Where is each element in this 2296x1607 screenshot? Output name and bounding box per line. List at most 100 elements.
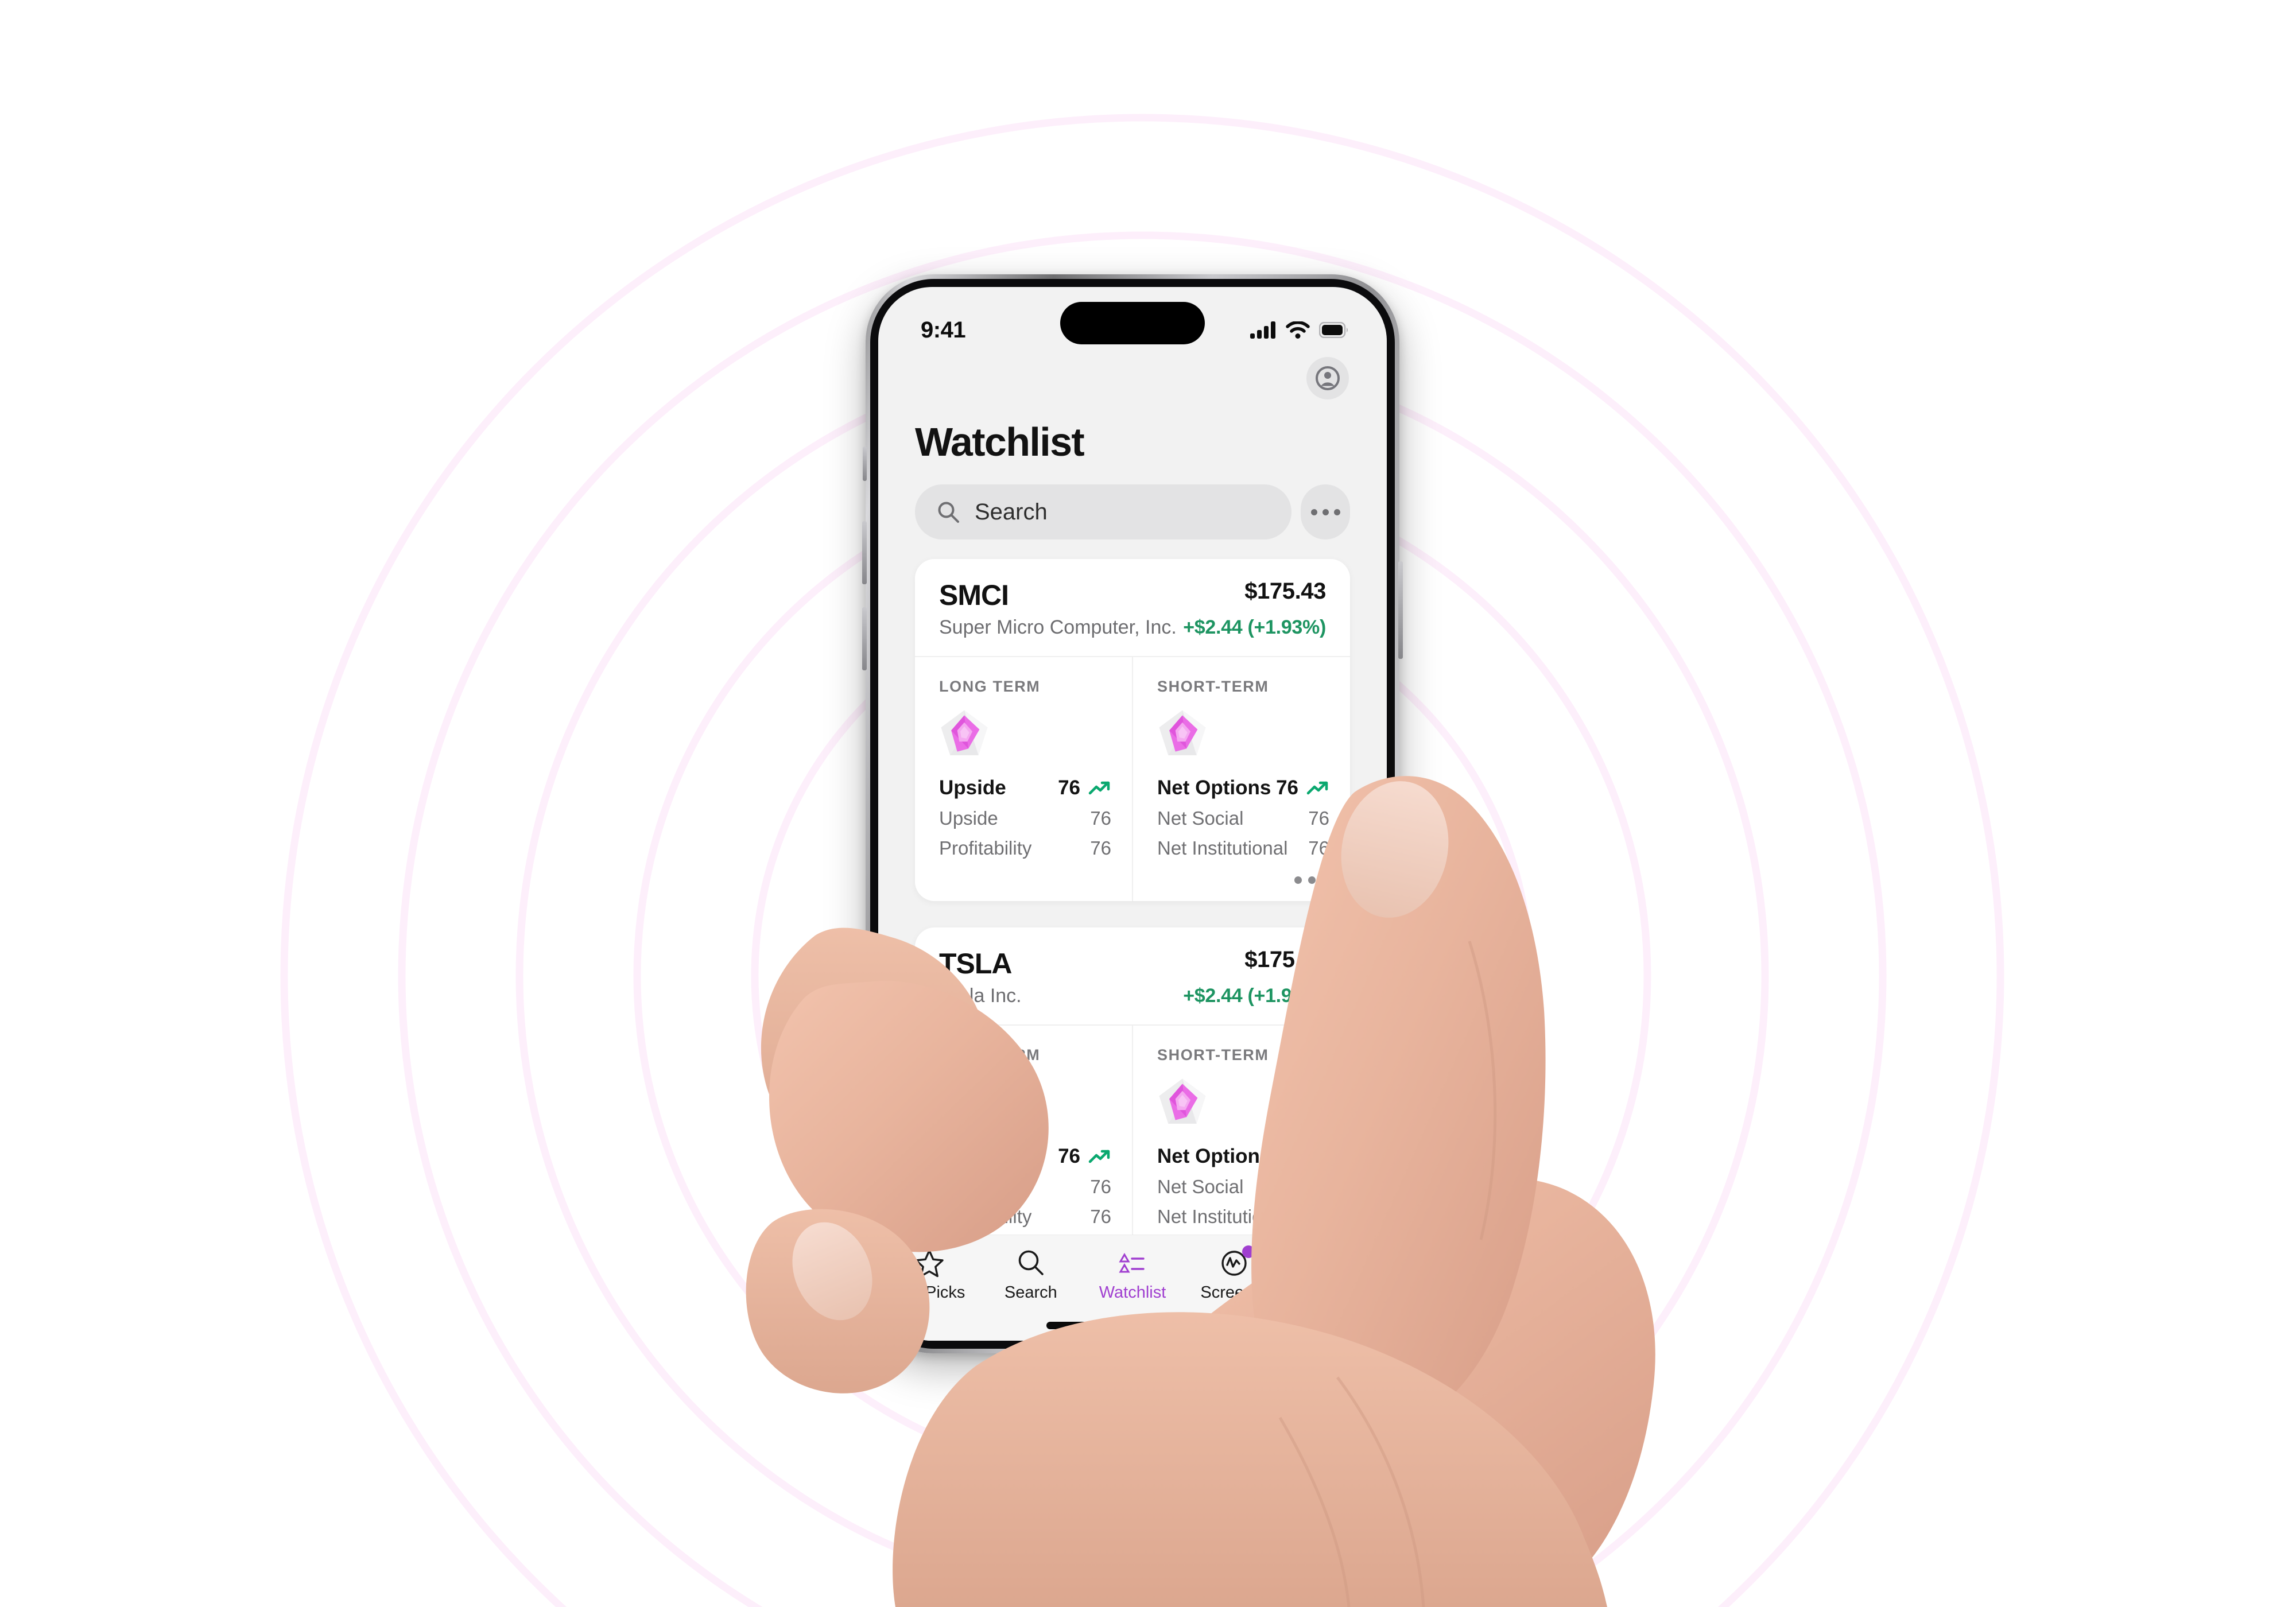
tab-label: Watchlist [1099,1283,1166,1302]
metric-name: Upside [939,1176,998,1197]
company-name: Tesla Inc. [939,985,1022,1007]
metric-name: Net Social [1157,808,1244,829]
ticker-symbol: SMCI [939,579,1009,611]
metric-name: Net Options [1157,1145,1271,1167]
metric-name: Profitability [939,837,1032,859]
metric-row: Upside 76 [939,808,1111,829]
screener-badge-dot [1242,1245,1255,1258]
phone-device: 9:41 Watchlist Search SMCI $175.43 Super… [862,274,1403,1353]
status-icons [1250,321,1349,339]
volume-up-button[interactable] [862,521,867,584]
metric-row: Upside 76 [939,777,1111,799]
price-change: +$2.44 (+1.93%) [1183,985,1326,1007]
pentagon-gem-icon [1157,708,1329,762]
silence-switch[interactable] [863,447,867,481]
ellipsis-dot [1333,509,1340,515]
ellipsis-dot [1322,876,1329,884]
power-button[interactable] [1398,561,1403,659]
question-circle-icon [1323,1251,1349,1276]
card-body: LONG TERM Upside 76 Upside 76 Profitabil… [915,1024,1350,1245]
metric-name: Net Options [1157,777,1271,799]
ellipsis-dot [1294,876,1302,884]
metric-name: Net Institutional [1157,837,1288,859]
metric-value: 76 [1308,1176,1329,1197]
long-term-column: LONG TERM Upside 76 Upside 76 Profitabil… [915,1026,1132,1245]
metric-value: 76 [1308,837,1329,859]
metric-value: 76 [1058,1145,1080,1167]
tab-label: Our Picks [893,1283,965,1302]
short-term-column: SHORT-TERM Net Options 76 Net Social 76 … [1132,1026,1350,1245]
ellipsis-dot [1322,509,1329,515]
bottom-tab-bar: Our Picks Search Watchlist Screener Lear… [878,1235,1387,1341]
ellipsis-dot [1310,509,1317,515]
column-label: LONG TERM [939,1046,1041,1063]
profile-avatar-button[interactable] [1306,357,1349,399]
stock-price: $175.43 [1244,947,1326,972]
metric-name: Upside [939,777,1006,799]
metric-name: Profitability [939,1206,1032,1227]
status-bar: 9:41 [878,287,1387,355]
phone-screen: 9:41 Watchlist Search SMCI $175.43 Super… [878,287,1387,1341]
search-input[interactable]: Search [915,484,1292,539]
metric-value: 76 [1090,837,1111,859]
metric-value: 76 [1308,808,1329,829]
tab-label: Search [1004,1283,1057,1302]
metric-row: Profitability 76 [939,1206,1111,1228]
metric-row: Net Institutional 76 [1157,837,1329,859]
ticker-symbol: TSLA [939,948,1013,980]
metric-value: 76 [1090,808,1111,829]
metric-row: Net Options 76 [1157,777,1329,799]
trend-up-icon [1088,781,1110,795]
metric-value: 76 [1276,1145,1298,1167]
search-more-button[interactable] [1301,484,1350,539]
search-icon [938,502,959,523]
tab-search[interactable]: Search [980,1248,1081,1302]
trend-up-icon [1088,1150,1110,1163]
pentagon-gem-icon [939,1077,1111,1130]
card-overflow-button[interactable] [1157,859,1329,884]
metric-row: Upside 76 [939,1176,1111,1198]
pentagon-gem-icon [939,708,1111,762]
metric-row: Upside 76 [939,1145,1111,1168]
cellular-signal-icon [1250,321,1275,339]
card-body: LONG TERM Upside 76 Upside 76 Profitabil… [915,656,1350,901]
metric-row: Net Institutional 76 [1157,1206,1329,1228]
header-actions [878,355,1387,399]
metric-value: 76 [1276,777,1298,799]
tab-our-picks[interactable]: Our Picks [878,1248,980,1302]
search-row: Search [878,465,1387,539]
volume-down-button[interactable] [862,607,867,670]
wifi-icon [1286,321,1310,339]
column-label: SHORT-TERM [1157,1046,1269,1063]
metric-value: 76 [1090,1206,1111,1227]
long-term-column: LONG TERM Upside 76 Upside 76 Profitabil… [915,657,1132,901]
metric-row: Net Social 76 [1157,1176,1329,1198]
short-term-column: SHORT-TERM Net Options 76 Net Social 76 … [1132,657,1350,901]
search-placeholder: Search [975,499,1048,525]
metric-value: 76 [1090,1176,1111,1197]
metric-value: 76 [1308,1206,1329,1227]
stock-price: $175.43 [1244,579,1326,604]
trend-up-icon [1306,1150,1328,1163]
card-header: TSLA $175.43 Tesla Inc. +$2.44 (+1.93%) [915,927,1350,1024]
home-indicator [1046,1322,1219,1329]
tab-label: Learn [1314,1283,1358,1302]
column-label: LONG TERM [939,678,1041,695]
watchlist-card[interactable]: TSLA $175.43 Tesla Inc. +$2.44 (+1.93%) … [915,927,1350,1245]
watchlist-card[interactable]: SMCI $175.43 Super Micro Computer, Inc. … [915,559,1350,901]
star-icon [914,1249,944,1278]
dynamic-island [1060,302,1205,344]
metric-row: Net Options 76 [1157,1145,1329,1168]
tab-screener[interactable]: Screener [1184,1245,1285,1302]
metric-value: 76 [1058,777,1080,799]
tab-learn[interactable]: Learn [1285,1248,1387,1302]
metric-name: Net Institutional [1157,1206,1288,1227]
delta-list-icon [1119,1253,1145,1273]
card-header: SMCI $175.43 Super Micro Computer, Inc. … [915,559,1350,656]
company-name: Super Micro Computer, Inc. [939,616,1177,638]
watchlist-scroll[interactable]: SMCI $175.43 Super Micro Computer, Inc. … [878,539,1387,1245]
metric-row: Net Social 76 [1157,808,1329,829]
metric-name: Net Social [1157,1176,1244,1197]
tab-label: Screener [1200,1283,1269,1302]
tab-watchlist[interactable]: Watchlist [1081,1248,1183,1302]
